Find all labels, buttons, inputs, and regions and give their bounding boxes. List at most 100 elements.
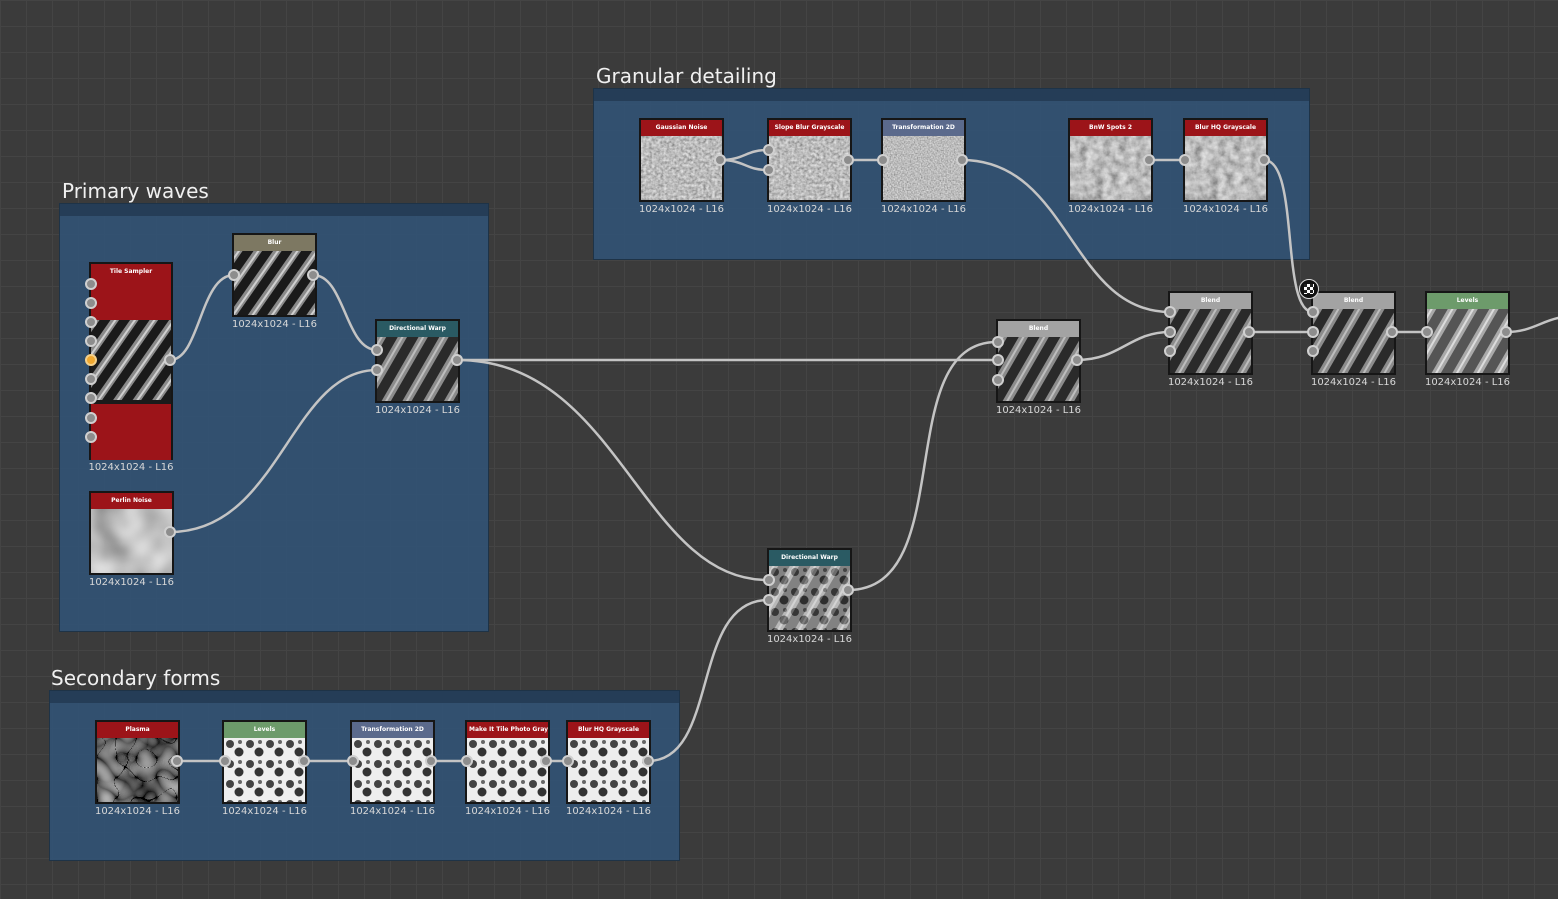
input-port[interactable] xyxy=(347,755,359,767)
output-port[interactable] xyxy=(1500,326,1512,338)
node-thumbnail xyxy=(91,320,171,400)
node-thumbnail xyxy=(769,566,850,630)
input-port[interactable] xyxy=(371,344,383,356)
node-resolution: 1024x1024 - L16 xyxy=(638,204,725,215)
input-port[interactable] xyxy=(763,164,775,176)
node-directional-warp-2[interactable]: Directional Warp 1024x1024 - L16 xyxy=(767,548,852,645)
input-port[interactable] xyxy=(1164,306,1176,318)
node-bnw-spots-2[interactable]: BnW Spots 2 1024x1024 - L16 xyxy=(1068,118,1153,215)
node-resolution: 1024x1024 - L16 xyxy=(349,806,436,817)
node-thumbnail xyxy=(883,136,964,200)
output-port[interactable] xyxy=(1243,326,1255,338)
output-port[interactable] xyxy=(714,154,726,166)
node-thumbnail xyxy=(234,251,315,315)
checker-icon[interactable] xyxy=(1299,279,1319,299)
output-port[interactable] xyxy=(307,269,319,281)
input-port[interactable] xyxy=(85,335,97,347)
node-resolution: 1024x1024 - L16 xyxy=(766,204,853,215)
node-title: Perlin Noise xyxy=(91,493,172,509)
output-port[interactable] xyxy=(451,354,463,366)
node-title: BnW Spots 2 xyxy=(1070,120,1151,136)
node-directional-warp-1[interactable]: Directional Warp 1024x1024 - L16 xyxy=(375,319,460,416)
output-port[interactable] xyxy=(1143,154,1155,166)
node-levels-output[interactable]: Levels 1024x1024 - L16 xyxy=(1425,291,1510,388)
input-port[interactable] xyxy=(85,412,97,424)
output-port[interactable] xyxy=(540,755,552,767)
output-port[interactable] xyxy=(842,584,854,596)
input-port[interactable] xyxy=(763,594,775,606)
node-gaussian-noise[interactable]: Gaussian Noise 1024x1024 - L16 xyxy=(639,118,724,215)
frame-title-granular[interactable]: Granular detailing xyxy=(596,64,777,88)
output-port[interactable] xyxy=(164,526,176,538)
node-make-it-tile[interactable]: Make It Tile Photo Grays... 1024x1024 - … xyxy=(465,720,550,817)
input-port[interactable] xyxy=(85,297,97,309)
input-port[interactable] xyxy=(85,392,97,404)
node-title: Levels xyxy=(224,722,305,738)
input-port[interactable] xyxy=(1307,345,1319,357)
input-port-active[interactable] xyxy=(85,354,97,366)
node-resolution: 1024x1024 - L16 xyxy=(88,462,174,473)
input-port[interactable] xyxy=(1164,326,1176,338)
node-title: Make It Tile Photo Grays... xyxy=(467,722,548,738)
output-port[interactable] xyxy=(642,755,654,767)
output-port[interactable] xyxy=(842,154,854,166)
node-resolution: 1024x1024 - L16 xyxy=(565,806,652,817)
node-thumbnail xyxy=(641,136,722,200)
node-title: Blur HQ Grayscale xyxy=(568,722,649,738)
node-slope-blur[interactable]: Slope Blur Grayscale 1024x1024 - L16 xyxy=(767,118,852,215)
node-thumbnail xyxy=(224,738,305,802)
input-port[interactable] xyxy=(85,373,97,385)
input-port[interactable] xyxy=(219,755,231,767)
node-thumbnail xyxy=(568,738,649,802)
output-port[interactable] xyxy=(164,354,176,366)
input-port[interactable] xyxy=(85,431,97,443)
node-transformation-2d-a[interactable]: Transformation 2D 1024x1024 - L16 xyxy=(881,118,966,215)
node-plasma[interactable]: Plasma 1024x1024 - L16 xyxy=(95,720,180,817)
node-resolution: 1024x1024 - L16 xyxy=(1424,377,1511,388)
input-port[interactable] xyxy=(371,364,383,376)
wire xyxy=(1504,316,1558,334)
node-resolution: 1024x1024 - L16 xyxy=(221,806,308,817)
node-title: Transformation 2D xyxy=(352,722,433,738)
node-levels-b[interactable]: Levels 1024x1024 - L16 xyxy=(222,720,307,817)
output-port[interactable] xyxy=(298,755,310,767)
input-port[interactable] xyxy=(1421,326,1433,338)
input-port[interactable] xyxy=(461,755,473,767)
output-port[interactable] xyxy=(1258,154,1270,166)
frame-header-bar[interactable] xyxy=(50,691,679,703)
node-tile-sampler[interactable]: Tile Sampler 1024x1024 - L16 xyxy=(88,262,174,473)
node-perlin-noise[interactable]: Perlin Noise 1024x1024 - L16 xyxy=(89,491,174,588)
input-port[interactable] xyxy=(992,336,1004,348)
input-port[interactable] xyxy=(877,154,889,166)
node-blend-2[interactable]: Blend 1024x1024 - L16 xyxy=(1168,291,1253,388)
input-port[interactable] xyxy=(992,354,1004,366)
node-title: Levels xyxy=(1427,293,1508,309)
input-port[interactable] xyxy=(85,278,97,290)
frame-title-secondary[interactable]: Secondary forms xyxy=(51,666,220,690)
input-port[interactable] xyxy=(562,755,574,767)
input-port[interactable] xyxy=(763,574,775,586)
node-blur[interactable]: Blur 1024x1024 - L16 xyxy=(232,233,317,330)
input-port[interactable] xyxy=(1307,326,1319,338)
node-transformation-2d-b[interactable]: Transformation 2D 1024x1024 - L16 xyxy=(350,720,435,817)
output-port[interactable] xyxy=(425,755,437,767)
node-blend-1[interactable]: Blend 1024x1024 - L16 xyxy=(996,319,1081,416)
input-port[interactable] xyxy=(85,316,97,328)
frame-header-bar[interactable] xyxy=(594,89,1309,101)
input-port[interactable] xyxy=(1307,306,1319,318)
input-port[interactable] xyxy=(1164,345,1176,357)
node-blur-hq-a[interactable]: Blur HQ Grayscale 1024x1024 - L16 xyxy=(1183,118,1268,215)
input-port[interactable] xyxy=(228,269,240,281)
output-port[interactable] xyxy=(1071,354,1083,366)
frame-title-primary[interactable]: Primary waves xyxy=(62,179,209,203)
input-port[interactable] xyxy=(1179,154,1191,166)
input-port[interactable] xyxy=(763,144,775,156)
output-port[interactable] xyxy=(1386,326,1398,338)
output-port[interactable] xyxy=(956,154,968,166)
node-blur-hq-b[interactable]: Blur HQ Grayscale 1024x1024 - L16 xyxy=(566,720,651,817)
node-thumbnail xyxy=(769,136,850,200)
output-port[interactable] xyxy=(171,755,183,767)
input-port[interactable] xyxy=(992,374,1004,386)
frame-header-bar[interactable] xyxy=(60,204,488,216)
node-blend-3[interactable]: Blend 1024x1024 - L16 xyxy=(1311,291,1396,388)
